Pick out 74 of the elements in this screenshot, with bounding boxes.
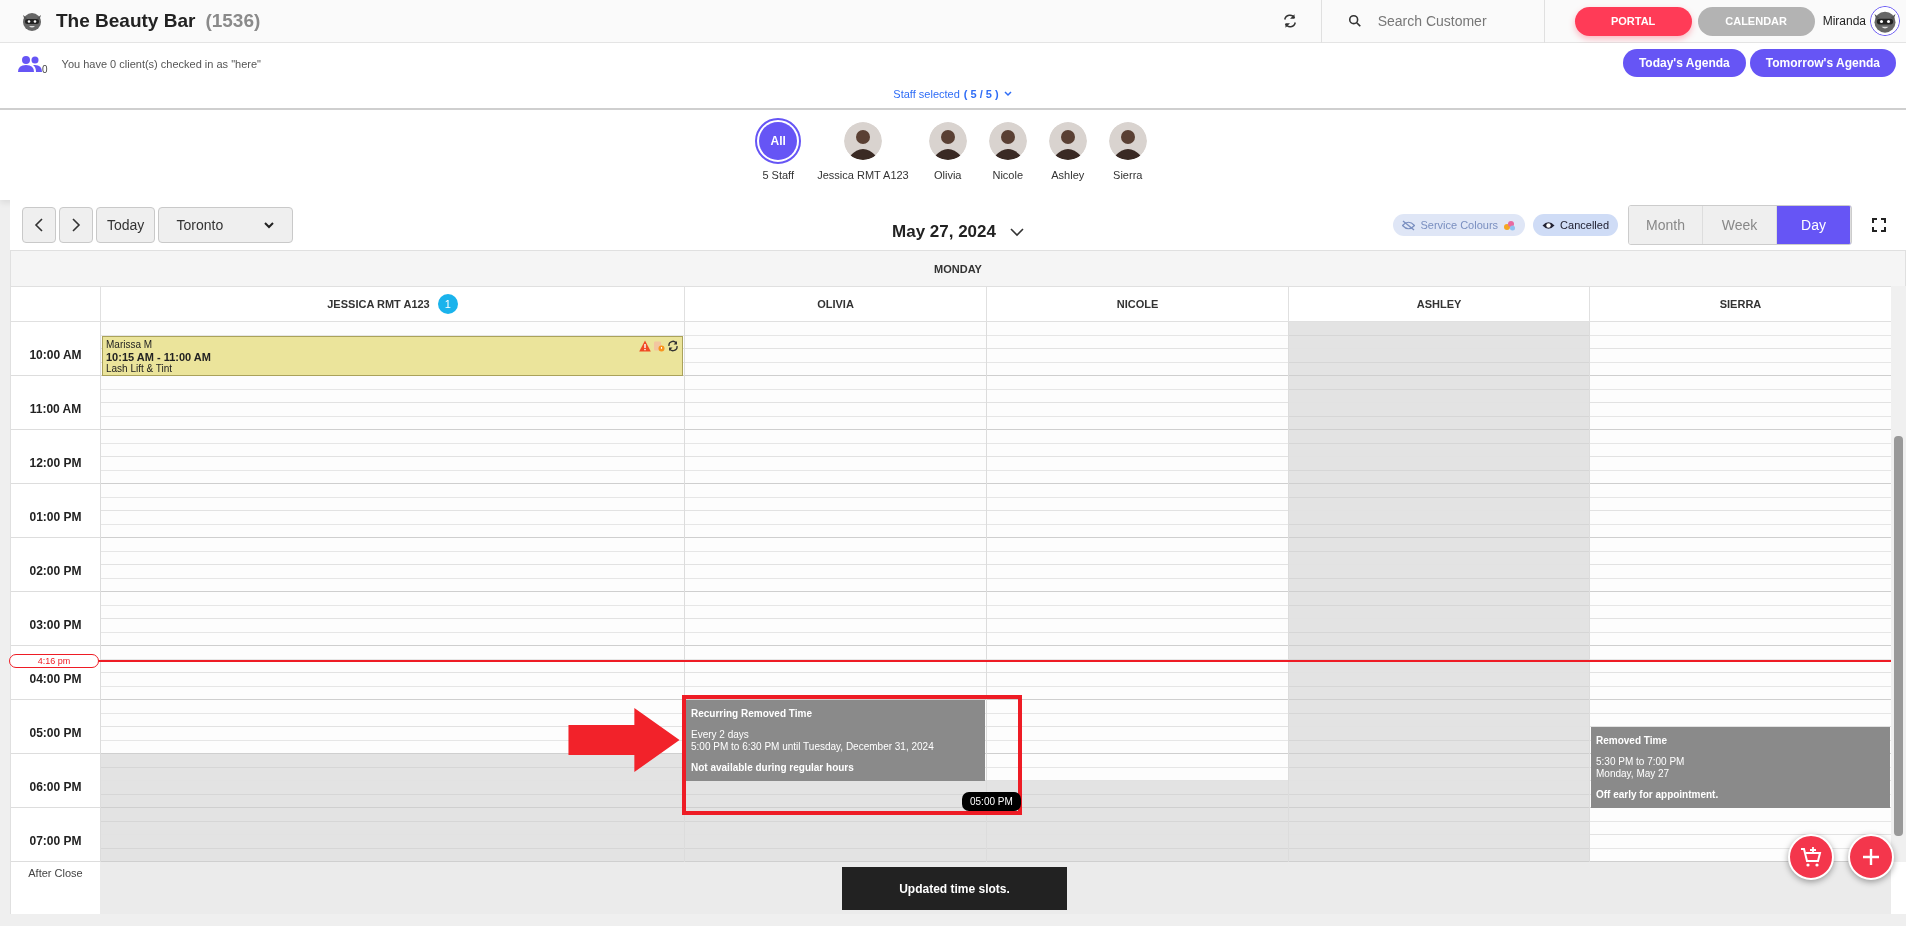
- timezone-select[interactable]: Toronto: [158, 207, 294, 243]
- visibility-toggle[interactable]: Cancelled: [1533, 214, 1618, 236]
- staff-name: 5 Staff: [762, 169, 795, 181]
- staff-name: Olivia: [934, 169, 962, 181]
- avatar-icon[interactable]: [1108, 122, 1147, 160]
- removed-time-block[interactable]: Removed Time 5:30 PM to 7:00 PM Monday, May 27 Off early for appointment.: [1591, 727, 1890, 808]
- count-badge: 1: [437, 294, 458, 314]
- block-title: Recurring Removed Time: [691, 708, 813, 720]
- avatar-icon[interactable]: [1048, 122, 1087, 160]
- staff-column-name: NICOLE: [1116, 298, 1159, 310]
- chevron-right-icon: [70, 218, 82, 232]
- time-tooltip: 05:00 PM: [962, 792, 1021, 811]
- plus-icon: [1860, 846, 1882, 868]
- toast-message: Updated time slots.: [842, 867, 1067, 910]
- staff-name: Nicole: [992, 169, 1024, 181]
- staff-name: Sierra: [1113, 169, 1143, 181]
- clipboard-alert-icon: [653, 339, 665, 352]
- eye-off-icon: [1402, 219, 1416, 231]
- repeat-icon: [667, 339, 679, 352]
- view-tab[interactable]: Day: [1777, 206, 1851, 244]
- view-tab[interactable]: Week: [1703, 206, 1777, 244]
- scrollbar-thumb[interactable]: [1894, 436, 1903, 836]
- appointment-time: 10:15 AM - 11:00 AM: [106, 350, 211, 363]
- search-icon: [1347, 14, 1362, 28]
- removed-time-block[interactable]: Recurring Removed Time Every 2 days 5:00 PM to 6:30 PM until Tuesday, December 31, 2024 Not available during regular hours: [686, 700, 985, 781]
- staff-name: Ashley: [1051, 169, 1085, 181]
- block-note: Off early for appointment.: [1596, 789, 1720, 801]
- raccoon-icon[interactable]: [1870, 6, 1900, 36]
- block-detail: Every 2 days: [691, 729, 750, 741]
- staff-selected-dropdown[interactable]: Staff selected ( 5 / 5 ): [893, 88, 1013, 100]
- people-icon: [18, 54, 42, 73]
- staff-column-name: JESSICA RMT A123: [327, 298, 430, 310]
- block-detail: Monday, May 27: [1596, 768, 1671, 780]
- avatar-icon[interactable]: [928, 122, 967, 160]
- appointment-card[interactable]: Marissa M 10:15 AM - 11:00 AM Lash Lift & Tint: [102, 335, 683, 376]
- search-field[interactable]: Search Customer: [1375, 12, 1536, 30]
- block-note: Not available during regular hours: [691, 762, 855, 774]
- staff-column-name: OLIVIA: [817, 298, 854, 310]
- service-name: Lash Lift & Tint: [106, 362, 173, 375]
- app-title: The Beauty Bar: [56, 10, 196, 32]
- chevron-down-icon: [1002, 89, 1013, 99]
- fullscreen-icon[interactable]: [1872, 218, 1886, 232]
- day-name: MONDAY: [934, 262, 982, 275]
- avatar-icon[interactable]: [988, 122, 1027, 160]
- checked-in-count: 0: [42, 64, 48, 75]
- all-staff-button[interactable]: All: [759, 122, 798, 160]
- user-name: Miranda: [1822, 14, 1866, 28]
- avatar-icon[interactable]: [844, 122, 882, 160]
- block-detail: 5:30 PM to 7:00 PM: [1596, 756, 1686, 768]
- cart-plus-icon: [1800, 846, 1822, 868]
- block-title: Removed Time: [1596, 735, 1668, 747]
- staff-column-name: SIERRA: [1719, 298, 1762, 310]
- agenda-button[interactable]: Today's Agenda: [1622, 49, 1746, 77]
- client-count: (1536): [205, 10, 261, 32]
- chevron-left-icon: [33, 218, 45, 232]
- chevron-down-icon: [1010, 227, 1024, 237]
- view-tab[interactable]: Month: [1629, 206, 1703, 244]
- previous-button[interactable]: [22, 207, 56, 243]
- next-button[interactable]: [59, 207, 93, 243]
- nav-button[interactable]: PORTAL: [1574, 6, 1692, 36]
- current-time-label: 4:16 pm: [9, 654, 99, 669]
- warning-icon: [639, 339, 651, 352]
- date-picker[interactable]: May 27, 2024: [886, 221, 1030, 243]
- staff-column-name: ASHLEY: [1416, 298, 1462, 310]
- block-detail: 5:00 PM to 6:30 PM until Tuesday, December 31, 2024: [691, 741, 935, 753]
- client-name: Marissa M: [106, 338, 153, 351]
- scrollbar[interactable]: [1891, 286, 1906, 862]
- today-button[interactable]: Today: [96, 207, 156, 243]
- visibility-toggle[interactable]: Service Colours: [1393, 214, 1526, 236]
- eye-icon: [1542, 219, 1556, 231]
- palette-icon: [1503, 219, 1517, 231]
- checkin-message: You have 0 client(s) checked in as "here": [61, 57, 261, 70]
- staff-name: Jessica RMT A123: [817, 169, 909, 181]
- agenda-button[interactable]: Tomorrow's Agenda: [1749, 49, 1896, 77]
